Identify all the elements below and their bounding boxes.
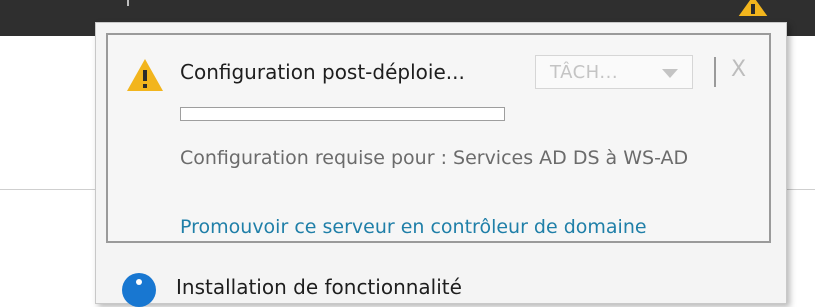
promote-domain-controller-link[interactable]: Promouvoir ce serveur en contrôleur de d… (180, 216, 647, 238)
notification-flag-icon[interactable] (731, 0, 775, 16)
info-icon (122, 273, 156, 307)
progress-bar (180, 107, 505, 121)
notification-card: Configuration post-déploie... TÂCH... X … (106, 33, 771, 243)
notifications-flyout: Configuration post-déploie... TÂCH... X … (95, 22, 787, 307)
info-icon-dot (136, 279, 142, 285)
chevron-down-icon (662, 69, 678, 78)
notification-title: Configuration post-déploie... (180, 60, 465, 84)
notification-description: Configuration requise pour : Services AD… (180, 147, 689, 169)
second-notification-title: Installation de fonctionnalité (176, 275, 462, 299)
warning-triangle-icon (125, 57, 165, 93)
task-dropdown[interactable]: TÂCH... (535, 55, 693, 89)
task-dropdown-label: TÂCH... (550, 62, 619, 83)
close-button[interactable]: X (731, 55, 746, 85)
header-separator (714, 57, 716, 87)
toolbar-tick-mark (127, 0, 129, 6)
